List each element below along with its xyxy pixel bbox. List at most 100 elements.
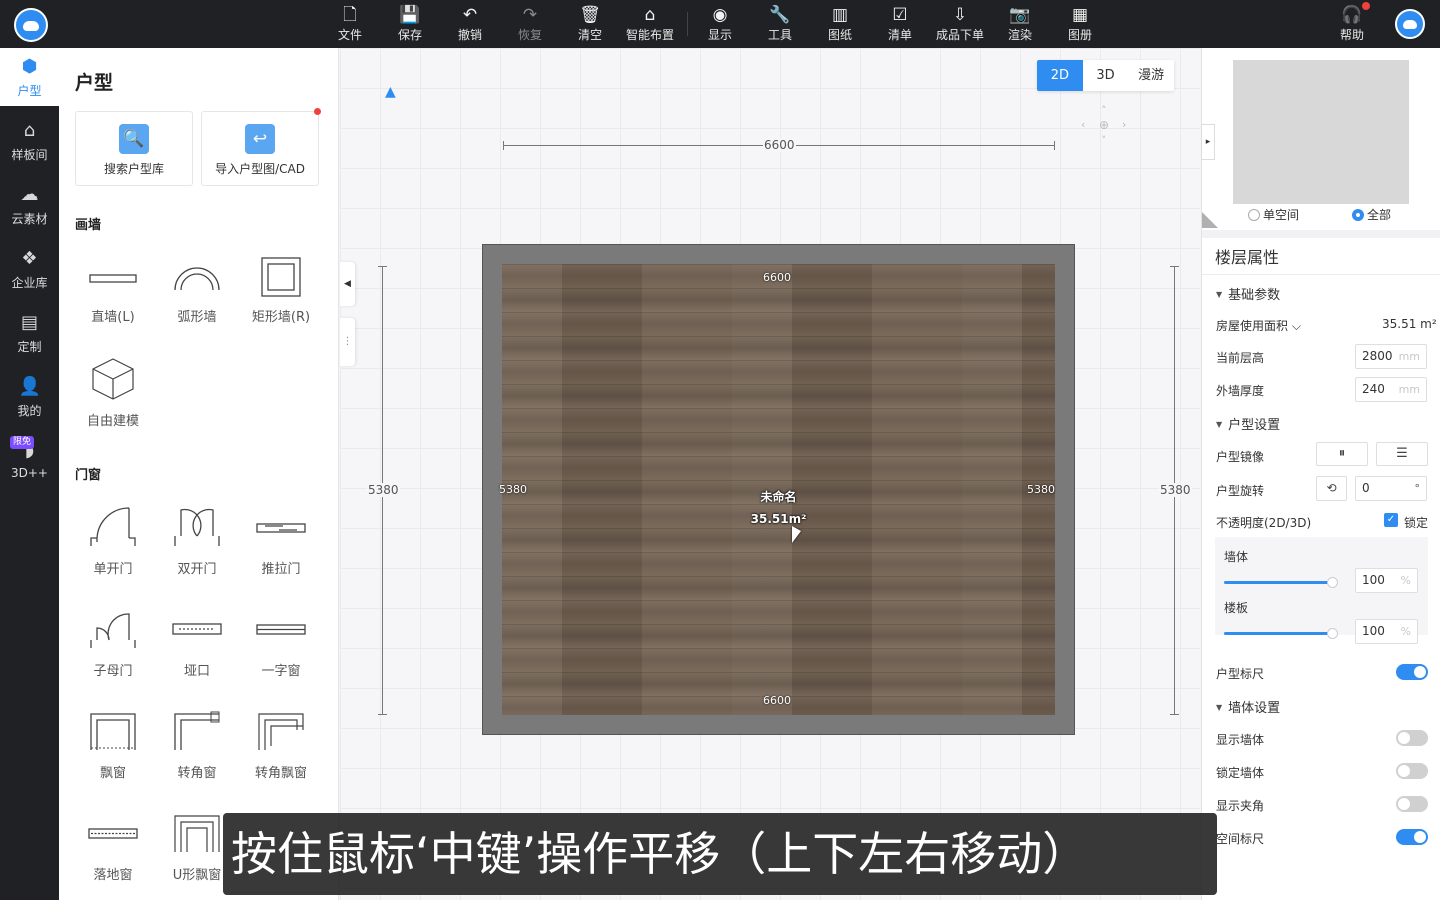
lock-wall-toggle[interactable] bbox=[1396, 763, 1428, 779]
toolbar-checklist-button[interactable]: ☑ 清单 bbox=[872, 4, 928, 44]
lock-label: 锁定 bbox=[1404, 516, 1429, 530]
nav-item-user[interactable]: 👤 我的 bbox=[0, 368, 59, 426]
toolbar-camera-button[interactable]: 📷 渲染 bbox=[992, 4, 1048, 44]
search-floorplan-card[interactable]: 🔍 搜索户型库 bbox=[75, 111, 193, 186]
floor-height-input[interactable]: 2800 mm bbox=[1355, 344, 1427, 369]
floor-window-tool[interactable]: 落地窗 bbox=[73, 812, 153, 883]
sliding-door-tool[interactable]: 推拉门 bbox=[241, 506, 321, 577]
door-window-section-title: 门窗 bbox=[75, 468, 102, 483]
avatar[interactable] bbox=[1395, 9, 1425, 39]
layout-settings-group[interactable]: 户型设置 bbox=[1216, 414, 1280, 433]
corner-bay-window-icon bbox=[258, 713, 304, 750]
minimap-preview[interactable] bbox=[1233, 60, 1409, 204]
view-3d-button[interactable]: 3D bbox=[1083, 60, 1129, 91]
wall-thickness-input[interactable]: 240 mm bbox=[1355, 377, 1427, 402]
mirror-vertical-button[interactable]: ☰ bbox=[1376, 442, 1428, 466]
dimension-tick bbox=[503, 141, 504, 150]
toolbar-album-button[interactable]: ▦ 图册 bbox=[1052, 4, 1108, 44]
show-wall-toggle[interactable] bbox=[1396, 730, 1428, 746]
wall-opacity-slider[interactable] bbox=[1224, 577, 1338, 588]
collapse-panel-button[interactable]: ◀ bbox=[340, 262, 355, 306]
room-walls[interactable]: 6600 6600 5380 5380 未命名 35.51m² bbox=[482, 244, 1075, 735]
import-cad-card[interactable]: ↩ 导入户型图/CAD bbox=[201, 111, 319, 186]
room-floor[interactable]: 6600 6600 5380 5380 未命名 35.51m² bbox=[499, 264, 1055, 715]
single-door-tool[interactable]: 单开门 bbox=[73, 506, 153, 577]
toolbar-smart-layout-button[interactable]: ⌂ 智能布置 bbox=[620, 4, 680, 44]
radio-selected-icon bbox=[1352, 209, 1364, 221]
lock-checkbox[interactable]: ✓ bbox=[1384, 513, 1398, 527]
rotate-45-button[interactable]: ⟲ bbox=[1316, 476, 1347, 501]
pan-down-icon[interactable]: ˅ bbox=[1101, 134, 1107, 147]
show-angle-toggle[interactable] bbox=[1396, 796, 1428, 812]
drag-handle-icon[interactable]: ⋮ bbox=[340, 318, 355, 366]
resize-corner-icon[interactable] bbox=[1202, 212, 1218, 228]
divider bbox=[1202, 274, 1440, 275]
nav-item-custom[interactable]: ▤ 定制 bbox=[0, 304, 59, 362]
floorplan-ruler-label: 户型标尺 bbox=[1216, 667, 1265, 681]
toolbar-eye-button[interactable]: ◉ 显示 bbox=[692, 4, 748, 44]
undo-icon: ↶ bbox=[462, 5, 478, 25]
dimension-tick bbox=[1170, 266, 1179, 267]
mirror-horizontal-button[interactable]: ⏸ bbox=[1316, 442, 1368, 466]
straight-window-tool[interactable]: 一字窗 bbox=[241, 608, 321, 679]
floor-opacity-slider[interactable] bbox=[1224, 628, 1338, 639]
nav-item-3d-plus[interactable]: ◗ 3D++ 限免 bbox=[0, 432, 59, 490]
album-icon: ▦ bbox=[1071, 5, 1089, 25]
rotate-input[interactable]: 0 ° bbox=[1355, 476, 1427, 501]
preview-expand-button[interactable]: ▸ bbox=[1201, 124, 1215, 160]
corner-window-tool[interactable]: 转角窗 bbox=[157, 710, 237, 781]
nav-item-enterprise-library[interactable]: ❖ 企业库 bbox=[0, 240, 59, 298]
pan-control[interactable]: ˄ ‹ ⊕ › ˅ bbox=[1080, 104, 1132, 150]
cloud-materials-icon: ☁ bbox=[20, 184, 39, 205]
wall-opacity-input[interactable]: 100% bbox=[1355, 568, 1418, 593]
dimension-tick bbox=[378, 266, 387, 267]
toolbar-order-button[interactable]: ⇩ 成品下单 bbox=[930, 4, 990, 44]
rect-wall-tool[interactable]: 矩形墙(R) bbox=[241, 256, 321, 325]
bay-window-icon bbox=[90, 713, 136, 750]
doorway-opening-tool[interactable]: 垭口 bbox=[157, 608, 237, 679]
toolbar-wrench-button[interactable]: 🔧 工具 bbox=[752, 4, 808, 44]
toolbar-save-button[interactable]: 💾 保存 bbox=[382, 4, 438, 44]
radio-single-space[interactable]: 单空间 bbox=[1248, 206, 1299, 223]
pan-right-icon[interactable]: › bbox=[1122, 118, 1126, 131]
double-door-tool[interactable]: 双开门 bbox=[157, 506, 237, 577]
pan-up-icon[interactable]: ˄ bbox=[1101, 104, 1107, 117]
nav-item-cloud-materials[interactable]: ☁ 云素材 bbox=[0, 176, 59, 234]
basic-params-group[interactable]: 基础参数 bbox=[1216, 284, 1280, 303]
slider-knob[interactable] bbox=[1327, 577, 1338, 588]
save-icon: 💾 bbox=[399, 5, 421, 25]
toolbar-clear-button[interactable]: 🗑 清空 bbox=[562, 4, 618, 44]
slider-knob[interactable] bbox=[1327, 628, 1338, 639]
checklist-icon: ☑ bbox=[892, 5, 908, 25]
view-walkthrough-button[interactable]: 漫游 bbox=[1128, 60, 1174, 91]
wall-settings-group[interactable]: 墙体设置 bbox=[1216, 697, 1280, 716]
nav-item-floorplan-cube[interactable]: ⬢ 户型 bbox=[0, 48, 59, 106]
corner-bay-window-tool[interactable]: 转角飘窗 bbox=[241, 710, 321, 781]
space-ruler-toggle[interactable] bbox=[1396, 829, 1428, 845]
rotate-45-icon: ⟲ bbox=[1326, 481, 1337, 495]
nav-item-house[interactable]: ⌂ 样板间 bbox=[0, 112, 59, 170]
wrench-icon: 🔧 bbox=[769, 5, 791, 25]
view-2d-button[interactable]: 2D bbox=[1037, 60, 1083, 91]
arc-wall-tool[interactable]: 弧形墙 bbox=[157, 256, 237, 325]
doorway-icon bbox=[172, 623, 222, 635]
bay-window-tool[interactable]: 飘窗 bbox=[73, 710, 153, 781]
free-modeling-tool[interactable]: 自由建模 bbox=[73, 356, 153, 429]
floor-opacity-input[interactable]: 100% bbox=[1355, 619, 1418, 644]
mother-child-door-tool[interactable]: 子母门 bbox=[73, 608, 153, 679]
app-logo-icon[interactable] bbox=[14, 8, 48, 42]
toolbar-redo-button[interactable]: ↷ 恢复 bbox=[502, 4, 558, 44]
straight-window-icon bbox=[256, 624, 306, 635]
help-button[interactable]: 🎧 帮助 bbox=[1324, 4, 1380, 44]
toolbar-blueprint-button[interactable]: ▥ 图纸 bbox=[812, 4, 868, 44]
toolbar-file-button[interactable]: 🗋 文件 bbox=[322, 4, 378, 44]
pan-center-icon[interactable]: ⊕ bbox=[1099, 118, 1109, 132]
inner-bottom-dimension: 6600 bbox=[763, 694, 791, 707]
floorplan-ruler-toggle[interactable] bbox=[1396, 664, 1428, 680]
toolbar-undo-button[interactable]: ↶ 撤销 bbox=[442, 4, 498, 44]
pan-left-icon[interactable]: ‹ bbox=[1081, 118, 1085, 131]
radio-all[interactable]: 全部 bbox=[1352, 206, 1391, 223]
area-label[interactable]: 房屋使用面积 ⌵ bbox=[1216, 317, 1301, 334]
straight-wall-tool[interactable]: 直墙(L) bbox=[73, 256, 153, 325]
room-name-label[interactable]: 未命名 bbox=[502, 488, 1055, 505]
